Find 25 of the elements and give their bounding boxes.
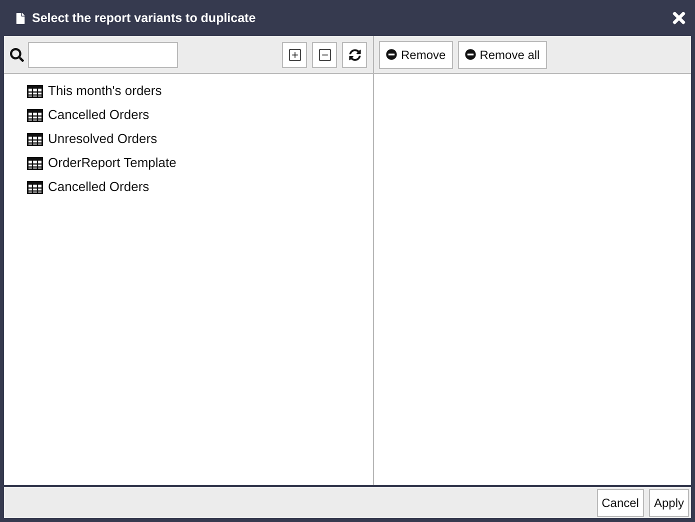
refresh-button[interactable] [342, 42, 367, 68]
remove-button[interactable]: Remove [379, 40, 453, 68]
report-item[interactable]: OrderReport Template [48, 153, 176, 173]
table-icon [27, 84, 43, 98]
table-icon [27, 108, 43, 122]
report-item[interactable]: Unresolved Orders [48, 129, 158, 149]
table-icon [27, 180, 43, 194]
remove-all-button[interactable]: Remove all [458, 40, 547, 68]
report-item[interactable]: Cancelled Orders [48, 105, 150, 125]
report-item[interactable]: Cancelled Orders [48, 177, 150, 197]
close-button[interactable] [670, 9, 688, 27]
window-title: Select the report variants to duplicate [32, 10, 256, 27]
search-icon [10, 48, 24, 62]
report-item[interactable]: This month's orders [48, 81, 162, 101]
collapse-button[interactable] [312, 42, 337, 68]
expand-button[interactable] [282, 42, 307, 68]
document-icon [15, 12, 26, 24]
minus-icon [318, 48, 330, 60]
search-field[interactable] [28, 42, 178, 68]
refresh-icon [348, 48, 360, 60]
apply-button[interactable]: Apply [648, 488, 689, 516]
table-icon [27, 132, 43, 146]
plus-icon [288, 48, 300, 60]
table-icon [27, 156, 43, 170]
cancel-button[interactable]: Cancel [596, 488, 644, 516]
